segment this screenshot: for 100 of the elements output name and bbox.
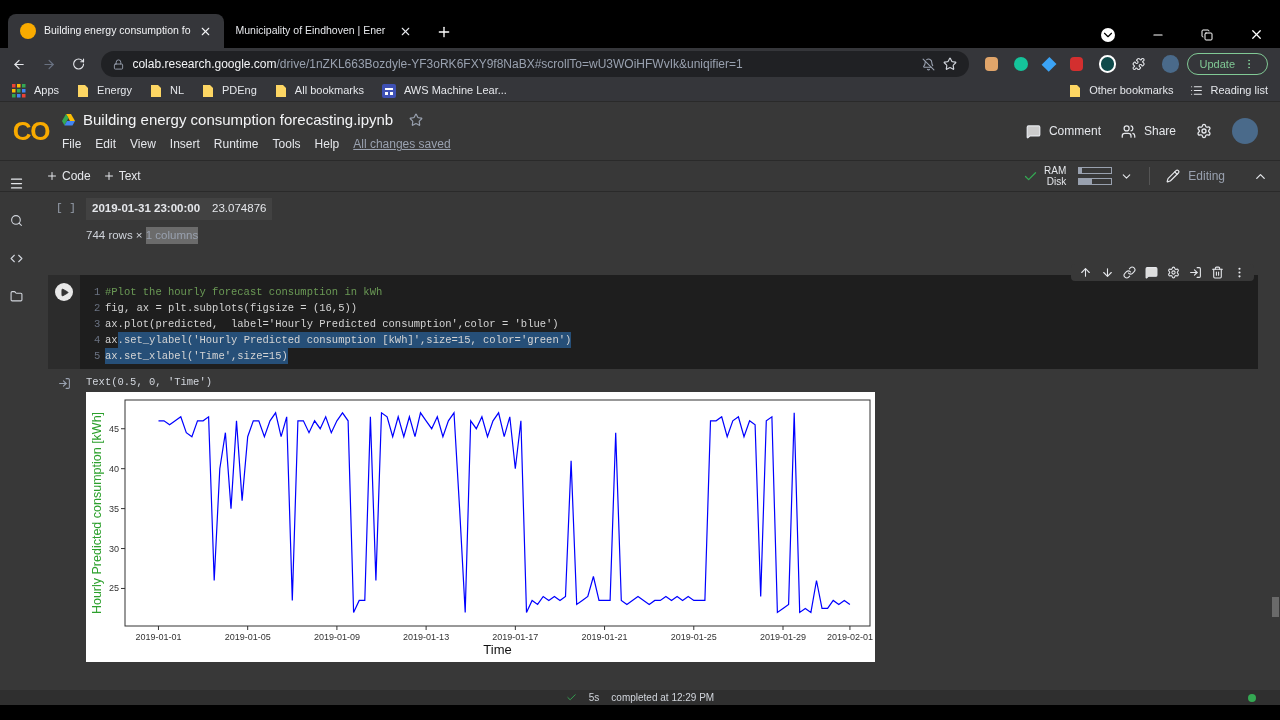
x-axis-title: Time — [483, 642, 512, 657]
tab-search-icon[interactable] — [1101, 27, 1115, 42]
add-text-button[interactable]: Text — [102, 167, 141, 185]
extension-icon[interactable] — [1099, 55, 1117, 73]
code-text: fig, ax = plt.subplots(figsize = (16,5)) — [105, 301, 358, 317]
x-tick-label: 2019-01-13 — [403, 632, 450, 642]
x-tick-label: 2019-01-25 — [670, 632, 717, 642]
bookmark-star-icon[interactable] — [943, 57, 958, 71]
meter-label: RAM — [1043, 165, 1067, 176]
line-number: 1 — [94, 285, 102, 301]
restore-icon[interactable] — [1201, 28, 1213, 41]
play-icon — [59, 287, 69, 297]
menu-item[interactable]: Edit — [95, 135, 117, 154]
browser-tab[interactable]: Building energy consumption fo — [8, 14, 224, 48]
run-button[interactable] — [55, 283, 73, 302]
line-number: 3 — [94, 317, 102, 333]
close-window-icon[interactable] — [1249, 27, 1264, 42]
cell-bracket: [ ] — [55, 201, 77, 216]
folder-icon — [1069, 83, 1082, 98]
folder-icon — [202, 83, 214, 98]
y-axis-title: Hourly Predicted consumption [kWh] — [90, 411, 104, 615]
menu-item[interactable]: View — [130, 135, 156, 154]
folder-icon[interactable] — [9, 290, 23, 303]
link-icon[interactable] — [1123, 266, 1136, 280]
notebook-title[interactable]: Building energy consumption forecasting.ipynb — [83, 108, 394, 132]
tab-title: Building energy consumption fo — [44, 23, 191, 39]
page-icon — [381, 83, 396, 98]
code-text: .set_ylabel('Hourly Predicted consumption [kWh]',size=15, color='green') — [117, 332, 572, 349]
delete-icon[interactable] — [1211, 266, 1224, 280]
code-snippets-icon[interactable] — [9, 252, 23, 265]
reading-list-button[interactable]: Reading list — [1189, 82, 1268, 99]
bookmark-item[interactable]: All bookmarks — [274, 82, 364, 99]
plus-icon — [102, 170, 115, 182]
settings-icon[interactable] — [1196, 123, 1212, 139]
status-text: completed at 12:29 PM — [611, 691, 715, 705]
resources-meter[interactable]: RAM Disk — [1042, 165, 1113, 187]
reload-icon[interactable] — [72, 57, 86, 71]
comment-icon — [1025, 123, 1041, 139]
x-tick-label: 2019-01-29 — [760, 632, 807, 642]
extensions-icon[interactable] — [1132, 57, 1146, 71]
move-up-icon[interactable] — [1079, 266, 1092, 280]
y-tick-label: 40 — [109, 463, 119, 474]
x-tick-label: 2019-01-21 — [581, 632, 628, 642]
scrollbar-thumb[interactable] — [1272, 597, 1279, 617]
line-number: 2 — [94, 301, 102, 317]
url-host: colab.research.google.com — [132, 56, 277, 73]
line-number: 4 — [94, 333, 102, 349]
output-icon[interactable] — [57, 377, 71, 391]
bookmark-item[interactable]: Apps — [12, 82, 60, 99]
bookmark-item[interactable]: AWS Machine Lear... — [381, 82, 507, 99]
x-tick-label: 2019-01-05 — [224, 632, 271, 642]
menu-item[interactable]: Tools — [272, 135, 301, 154]
menu-item[interactable]: Runtime — [213, 135, 259, 154]
add-code-button[interactable]: Code — [46, 167, 91, 185]
folder-icon — [77, 83, 90, 98]
run-duration: 5s — [588, 691, 600, 705]
code-text: ax.set_xlabel('Time',size=15) — [105, 348, 288, 365]
menu-item[interactable]: File — [62, 135, 82, 154]
mirror-cell-icon[interactable] — [1189, 266, 1202, 280]
x-tick-label: 2019-02-01 — [826, 632, 873, 642]
drive-icon — [62, 114, 75, 126]
x-tick-label: 2019-01-17 — [492, 632, 539, 642]
bookmark-item[interactable]: PDEng — [202, 82, 257, 99]
output-text: Text(0.5, 0, 'Time') — [86, 375, 214, 391]
menu-item[interactable]: Help — [314, 135, 340, 154]
comment-button[interactable]: Comment — [1025, 122, 1101, 140]
extension-icon[interactable] — [1014, 57, 1028, 71]
check-icon — [565, 692, 577, 703]
summary-text: 1 columns — [145, 227, 199, 245]
list-icon — [1189, 84, 1203, 97]
save-status-link[interactable]: All changes saved — [353, 135, 451, 154]
index-cell-text: 2019-01-31 23:00:00 — [92, 201, 201, 217]
folder-icon — [274, 83, 287, 98]
table-of-contents-icon[interactable] — [8, 175, 24, 191]
muted-bell-icon[interactable] — [922, 57, 936, 71]
comment-icon[interactable] — [1145, 266, 1158, 280]
y-tick-label: 35 — [109, 503, 119, 514]
meter-label: Disk — [1045, 176, 1067, 187]
code-text: #Plot the hourly forecast consumption in kWh — [105, 285, 383, 301]
settings-icon[interactable] — [1167, 266, 1180, 280]
editing-mode-button[interactable]: Editing — [1149, 167, 1241, 185]
folder-icon — [149, 83, 162, 98]
tab-favicon — [20, 23, 36, 39]
menu-item[interactable]: Insert — [169, 135, 200, 154]
bookmark-item[interactable]: NL — [149, 82, 184, 99]
pencil-icon — [1166, 169, 1181, 183]
apps-grid-icon — [12, 83, 26, 98]
extension-icon[interactable] — [985, 57, 999, 71]
lock-icon — [113, 58, 125, 70]
bookmark-item[interactable]: Energy — [77, 82, 132, 99]
code-cell[interactable] — [48, 275, 1258, 370]
move-down-icon[interactable] — [1101, 266, 1114, 280]
share-button[interactable]: Share — [1120, 122, 1176, 140]
line-number: 5 — [94, 349, 102, 365]
star-icon[interactable] — [409, 113, 424, 127]
search-icon[interactable] — [9, 214, 23, 227]
address-bar[interactable]: colab.research.google.com/drive/1nZKL663Bozdyle-YF3oRK6FXY9f8NaBX#scrollTo=wU3WOiHFWvIk&uniqifier=1 — [101, 51, 970, 77]
x-tick-label: 2019-01-01 — [135, 632, 182, 642]
bookmark-item[interactable]: Other bookmarks — [1069, 82, 1174, 99]
value-cell-text: 23.074876 — [212, 201, 267, 217]
